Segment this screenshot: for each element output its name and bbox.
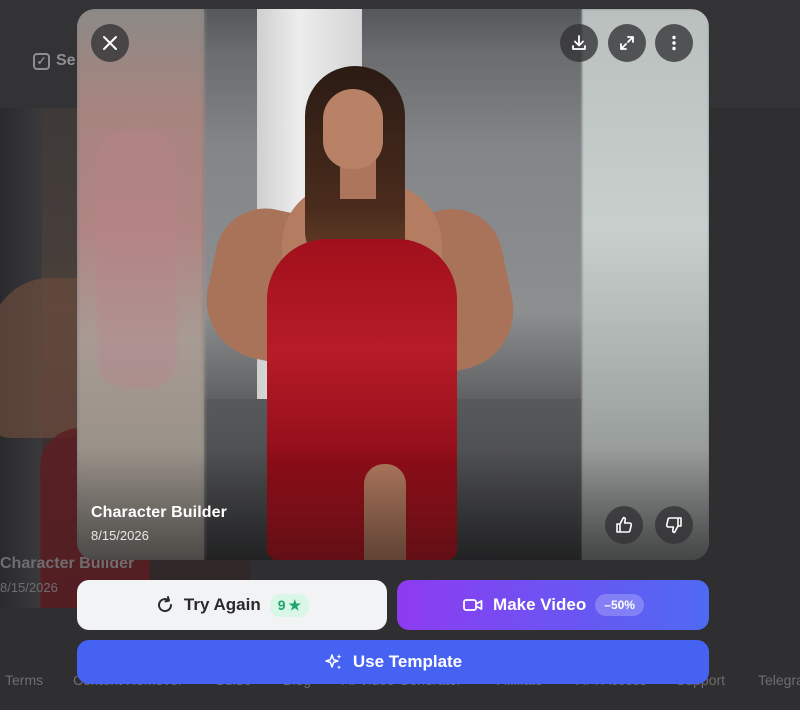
make-video-button[interactable]: Make Video –50% bbox=[397, 580, 709, 630]
image-viewer: Character Builder 8/15/2026 bbox=[77, 9, 709, 560]
background-select-label: Se bbox=[56, 52, 76, 69]
checkbox-icon: ✓ bbox=[33, 52, 50, 70]
refresh-icon bbox=[157, 596, 172, 613]
dislike-button[interactable] bbox=[655, 506, 693, 544]
star-icon: ★ bbox=[288, 596, 302, 613]
image-title: Character Builder bbox=[91, 504, 227, 521]
background-card-date: 8/15/2026 bbox=[0, 580, 58, 595]
discount-badge: –50% bbox=[595, 594, 644, 616]
download-button[interactable] bbox=[560, 24, 598, 62]
video-camera-icon bbox=[463, 599, 483, 611]
fullscreen-button[interactable] bbox=[608, 24, 646, 62]
image-date: 8/15/2026 bbox=[91, 528, 149, 543]
footer-link: Telegra bbox=[758, 672, 800, 688]
background-select-toggle: ✓ Se bbox=[33, 52, 76, 70]
sparkles-icon bbox=[325, 654, 342, 670]
use-template-label: Use Template bbox=[352, 652, 463, 671]
use-template-button[interactable]: Use Template bbox=[77, 640, 709, 684]
more-vertical-icon bbox=[672, 35, 676, 51]
expand-icon bbox=[620, 36, 634, 50]
try-again-label: Try Again bbox=[183, 595, 261, 614]
credit-cost-value: 9 bbox=[277, 597, 286, 613]
download-icon bbox=[572, 35, 586, 50]
credit-cost-badge: 9 ★ bbox=[269, 593, 310, 617]
close-button[interactable] bbox=[91, 24, 129, 62]
close-icon bbox=[103, 36, 117, 50]
like-button[interactable] bbox=[605, 506, 643, 544]
make-video-label: Make Video bbox=[493, 595, 587, 614]
thumbs-up-icon bbox=[616, 516, 633, 533]
footer-link: Terms bbox=[5, 672, 44, 688]
try-again-button[interactable]: Try Again 9 ★ bbox=[77, 580, 387, 630]
thumbs-down-icon bbox=[665, 517, 682, 534]
more-options-button[interactable] bbox=[655, 24, 693, 62]
